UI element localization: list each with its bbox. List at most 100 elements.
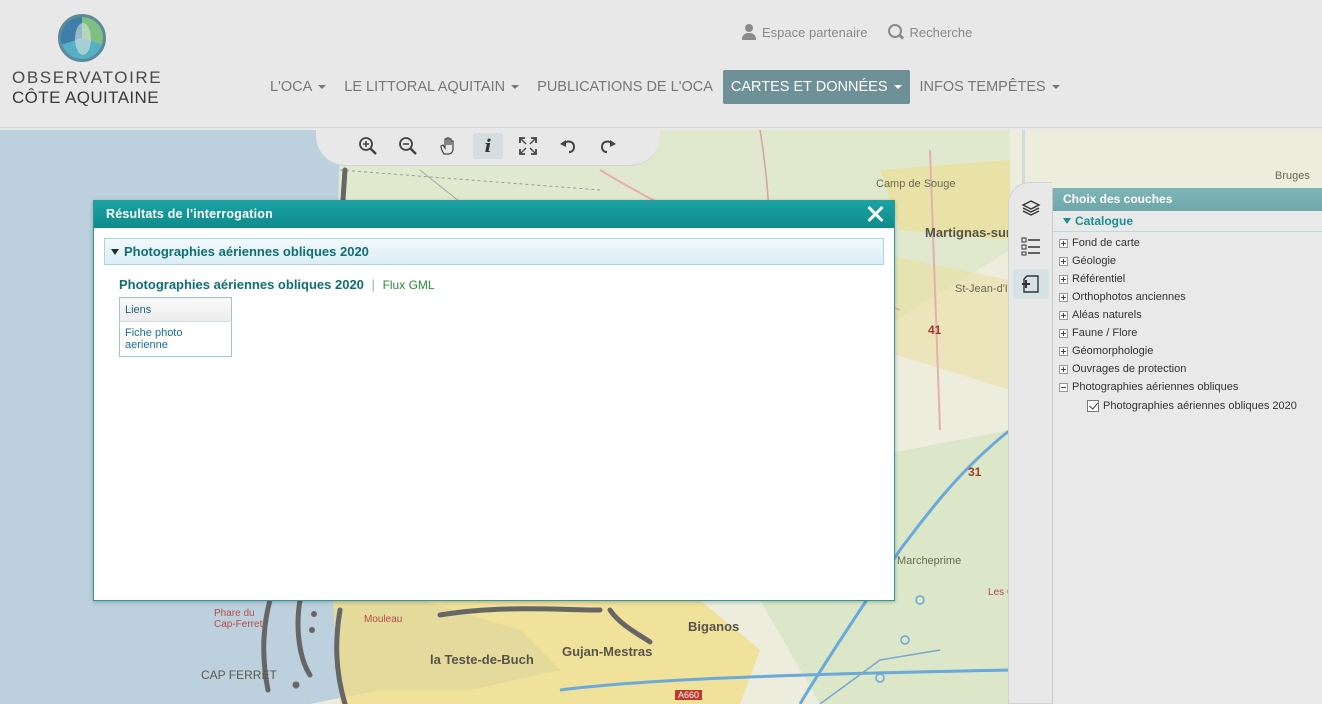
- site-logo[interactable]: OBSERVATOIRE CÔTE AQUITAINE: [12, 14, 162, 108]
- search-link[interactable]: Recherche: [887, 24, 973, 40]
- layer-group-label: Géomorphologie: [1072, 345, 1154, 357]
- zoom-out-icon[interactable]: [393, 133, 423, 159]
- expand-plus-icon[interactable]: [1059, 346, 1068, 356]
- nav-item-label: LE LITTORAL AQUITAIN: [344, 79, 506, 95]
- layer-group-item-expanded[interactable]: Photographies aériennes obliques: [1059, 378, 1322, 396]
- legend-list-icon: [1021, 237, 1040, 256]
- layer-group-label: Orthophotos anciennes: [1072, 291, 1186, 303]
- dialog-title: Résultats de l'interrogation: [106, 207, 273, 221]
- result-layer-title: Photographies aériennes obliques 2020: [119, 277, 364, 292]
- close-icon[interactable]: [866, 205, 884, 223]
- layer-group-label: Photographies aériennes obliques: [1072, 381, 1239, 393]
- layer-group-item[interactable]: Orthophotos anciennes: [1059, 288, 1322, 306]
- map-place-label: Bruges: [1275, 170, 1310, 182]
- result-section-title: Photographies aériennes obliques 2020: [124, 244, 369, 259]
- layer-group-label: Faune / Flore: [1072, 327, 1138, 339]
- nav-item-littoral[interactable]: LE LITTORAL AQUITAIN: [336, 70, 527, 104]
- layer-item[interactable]: Photographies aériennes obliques 2020: [1059, 396, 1322, 416]
- expand-plus-icon[interactable]: [1059, 292, 1068, 302]
- partner-space-label: Espace partenaire: [762, 24, 868, 40]
- layers-tab[interactable]: [1013, 193, 1049, 223]
- nav-item-tempetes[interactable]: INFOS TEMPÊTES: [912, 70, 1068, 104]
- logo-line2: CÔTE AQUITAINE: [12, 88, 159, 107]
- expand-plus-icon[interactable]: [1059, 238, 1068, 248]
- layer-group-item[interactable]: Fond de carte: [1059, 234, 1322, 252]
- catalogue-header[interactable]: Catalogue: [1053, 211, 1322, 232]
- map-toolbar: i: [316, 128, 660, 166]
- dialog-titlebar[interactable]: Résultats de l'interrogation: [94, 201, 894, 228]
- search-icon: [887, 24, 904, 40]
- partner-space-link[interactable]: Espace partenaire: [742, 24, 868, 40]
- query-results-dialog: Résultats de l'interrogation Photographi…: [93, 200, 895, 601]
- map-place-label: Phare du Cap-Ferret: [214, 608, 263, 630]
- collapse-arrow-icon: [1063, 218, 1071, 224]
- info-icon[interactable]: i: [473, 133, 503, 159]
- expand-plus-icon[interactable]: [1059, 328, 1068, 338]
- map-place-label: CAP FERRET: [201, 668, 277, 682]
- layer-group-item[interactable]: Géomorphologie: [1059, 342, 1322, 360]
- zoom-in-icon[interactable]: [353, 133, 383, 159]
- collapse-arrow-icon: [111, 248, 119, 255]
- pan-hand-icon[interactable]: [433, 133, 463, 159]
- map-place-label: Marcheprime: [897, 555, 962, 567]
- top-links: Espace partenaire Recherche: [742, 24, 972, 40]
- nav-item-label: INFOS TEMPÊTES: [919, 79, 1046, 95]
- expand-plus-icon[interactable]: [1059, 364, 1068, 374]
- layer-group-item[interactable]: Géologie: [1059, 252, 1322, 270]
- main-nav: L'OCA LE LITTORAL AQUITAIN PUBLICATIONS …: [262, 70, 1070, 104]
- search-label: Recherche: [909, 24, 973, 40]
- add-layer-tab[interactable]: [1013, 269, 1049, 299]
- layer-panel: Choix des couches Catalogue Fond de cart…: [1052, 188, 1322, 704]
- flux-gml-link[interactable]: Flux GML: [383, 278, 435, 292]
- logo-mark-icon: [58, 14, 106, 62]
- layer-label: Photographies aériennes obliques 2020: [1103, 400, 1297, 412]
- expand-plus-icon[interactable]: [1059, 274, 1068, 284]
- layer-group-label: Aléas naturels: [1072, 309, 1142, 321]
- caret-down-icon: [1051, 85, 1060, 89]
- layer-panel-title: Choix des couches: [1053, 188, 1322, 211]
- map-place-label: Camp de Souge: [876, 178, 956, 190]
- full-extent-icon[interactable]: [513, 133, 543, 159]
- redo-icon[interactable]: [593, 133, 623, 159]
- logo-line1: OBSERVATOIRE: [12, 68, 163, 87]
- layer-group-item[interactable]: Aléas naturels: [1059, 306, 1322, 324]
- result-section-header[interactable]: Photographies aériennes obliques 2020: [104, 238, 884, 265]
- caret-down-icon: [893, 85, 902, 89]
- catalogue-label: Catalogue: [1075, 214, 1134, 228]
- expand-plus-icon[interactable]: [1059, 256, 1068, 266]
- collapse-minus-icon[interactable]: [1059, 382, 1068, 392]
- site-header: OBSERVATOIRE CÔTE AQUITAINE Espace parte…: [0, 0, 1322, 128]
- undo-icon[interactable]: [553, 133, 583, 159]
- nav-item-label: L'OCA: [270, 79, 313, 95]
- map-road-label: A660: [675, 690, 703, 700]
- fiche-photo-link[interactable]: Fiche photo aerienne: [120, 322, 232, 357]
- caret-down-icon: [318, 85, 327, 89]
- legend-tab[interactable]: [1013, 231, 1049, 261]
- layer-group-label: Fond de carte: [1072, 237, 1140, 249]
- map-place-label: Mouleau: [364, 614, 403, 625]
- nav-item-label: PUBLICATIONS DE L'OCA: [537, 79, 713, 95]
- layer-group-label: Géologie: [1072, 255, 1117, 267]
- map-road-label: 41: [928, 323, 942, 337]
- layer-group-label: Référentiel: [1072, 273, 1126, 285]
- result-heading: Photographies aériennes obliques 2020 | …: [119, 277, 894, 292]
- layer-checkbox[interactable]: [1087, 400, 1099, 412]
- map-road-label: 31: [968, 465, 982, 479]
- result-links-table: Liens Fiche photo aerienne: [119, 297, 232, 357]
- nav-item-publications[interactable]: PUBLICATIONS DE L'OCA: [529, 70, 721, 104]
- table-header-liens: Liens: [119, 297, 232, 322]
- layers-icon: [1021, 200, 1041, 216]
- nav-item-oca[interactable]: L'OCA: [262, 70, 334, 104]
- user-icon: [742, 24, 756, 40]
- map-place-label: Biganos: [688, 619, 740, 634]
- nav-item-cartes[interactable]: CARTES ET DONNÉES: [722, 70, 910, 104]
- layer-group-item[interactable]: Référentiel: [1059, 270, 1322, 288]
- caret-down-icon: [511, 85, 520, 89]
- map-place-label: la Teste-de-Buch: [430, 652, 534, 667]
- map-place-label: Gujan-Mestras: [562, 644, 653, 659]
- nav-item-label: CARTES ET DONNÉES: [730, 79, 888, 95]
- layer-group-item[interactable]: Ouvrages de protection: [1059, 360, 1322, 378]
- expand-plus-icon[interactable]: [1059, 310, 1068, 320]
- layer-group-item[interactable]: Faune / Flore: [1059, 324, 1322, 342]
- add-layer-icon: [1022, 275, 1039, 293]
